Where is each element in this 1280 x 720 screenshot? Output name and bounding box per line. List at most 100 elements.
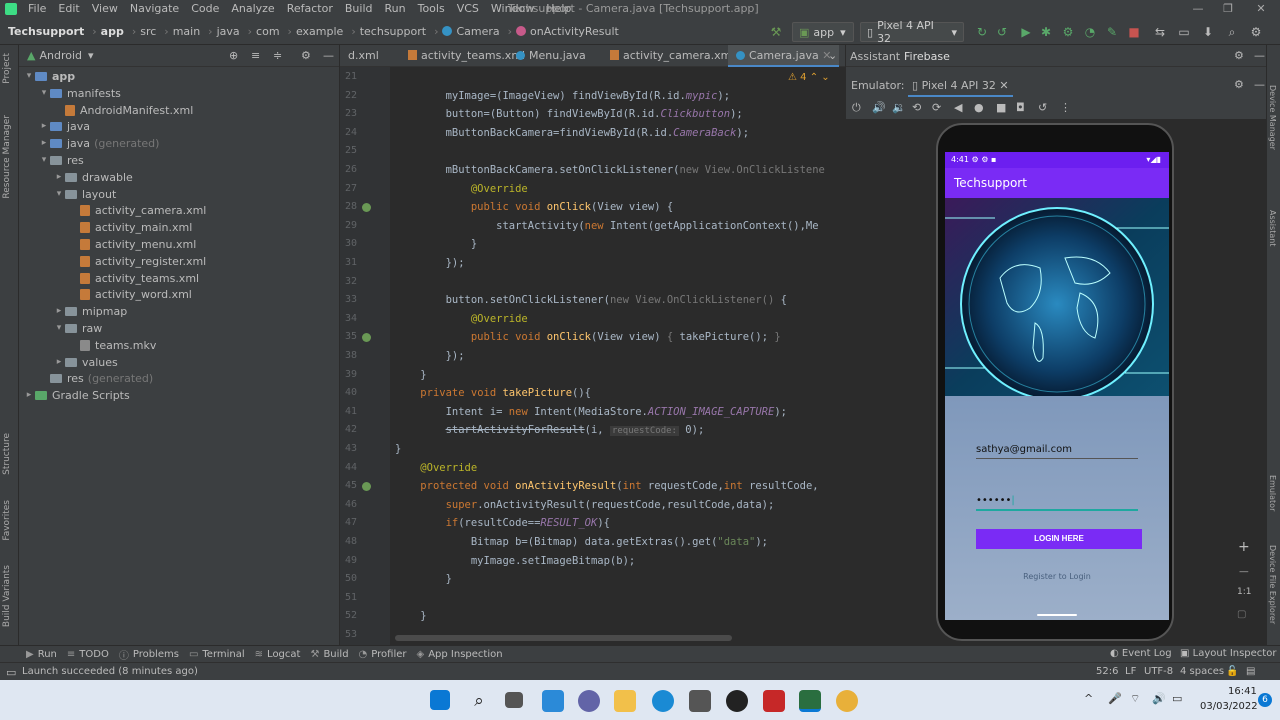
breadcrumb-java[interactable]: java [217, 25, 240, 38]
widgets-icon[interactable] [542, 690, 564, 712]
tool-problems[interactable]: ⓘ Problems [119, 647, 179, 662]
chevron-right-icon[interactable]: ▸ [38, 118, 50, 135]
rotate-right-icon[interactable]: ⟳ [932, 101, 941, 114]
code-line[interactable]: @Override [395, 313, 528, 325]
horizontal-scrollbar[interactable] [395, 635, 732, 641]
override-marker-icon[interactable] [362, 203, 371, 213]
panel-settings-icon[interactable]: ⚙ [301, 49, 311, 62]
tree-item[interactable]: ▸ drawable [53, 169, 133, 186]
override-marker-icon[interactable] [362, 333, 371, 343]
tree-item[interactable]: teams.mkv [68, 337, 156, 354]
code-editor[interactable]: d.xml activity_teams.xml Menu.java activity… [340, 45, 845, 645]
breadcrumb-onactivityresult[interactable]: onActivityResult [530, 25, 619, 38]
tree-item[interactable]: AndroidManifest.xml [53, 102, 193, 119]
power-icon[interactable]: ⏻ [852, 101, 861, 115]
tool-profiler[interactable]: ◔ Profiler [359, 649, 407, 660]
editor-tab[interactable]: Camera.java ✕ [728, 45, 840, 67]
menu-analyze[interactable]: Analyze [225, 0, 280, 18]
menu-vcs[interactable]: VCS [451, 0, 485, 18]
store-icon[interactable] [689, 690, 711, 712]
phone-home-indicator[interactable] [1037, 614, 1077, 616]
tool-build[interactable]: ⚒ Build [310, 649, 348, 660]
attach-debugger-icon[interactable]: ✎ [1104, 24, 1120, 40]
code-line[interactable]: mButtonBackCamera.setOnClickListener(new… [395, 164, 825, 176]
code-line[interactable]: Intent i= new Intent(MediaStore.ACTION_I… [395, 406, 787, 418]
menu-refactor[interactable]: Refactor [281, 0, 339, 18]
edge-icon[interactable] [652, 690, 674, 712]
expand-all-icon[interactable]: ≡ [251, 49, 260, 62]
project-tool-tab[interactable]: Project [2, 53, 12, 84]
chevron-right-icon[interactable]: ▸ [53, 354, 65, 371]
device-select[interactable]: ▯ Pixel 4 API 32 ▾ [860, 19, 964, 45]
tree-item[interactable]: ▾ raw [53, 320, 103, 337]
line-separator[interactable]: LF [1125, 666, 1136, 677]
editor-tab[interactable]: d.xml [340, 45, 387, 67]
tree-item[interactable]: ▸ Gradle Scripts [23, 387, 130, 404]
panel-settings-icon[interactable]: ⚙ [1234, 49, 1244, 62]
back-icon[interactable]: ◀ [954, 101, 962, 114]
menu-code[interactable]: Code [185, 0, 225, 18]
warning-indicator[interactable]: ⚠ 4 ⌃ ⌄ [788, 72, 830, 83]
chevron-down-icon[interactable]: ▾ [53, 320, 65, 337]
tree-item[interactable]: ▸ java (generated) [38, 135, 160, 152]
menu-navigate[interactable]: Navigate [124, 0, 185, 18]
layout-inspector-button[interactable]: ▣ Layout Inspector [1180, 648, 1276, 659]
mic-icon[interactable]: 🎤 [1108, 692, 1122, 705]
clock-date[interactable]: 03/03/2022 [1200, 701, 1258, 712]
login-button[interactable]: LOGIN HERE [976, 529, 1142, 549]
maximize-icon[interactable]: ❐ [1213, 0, 1243, 18]
menu-file[interactable]: File [22, 0, 52, 18]
code-line[interactable]: }); [395, 257, 465, 269]
fit-screen-icon[interactable]: ▢ [1237, 609, 1246, 620]
code-line[interactable]: } [395, 573, 452, 585]
tree-item[interactable]: activity_teams.xml [68, 270, 199, 287]
stop-icon[interactable]: ■ [1126, 24, 1142, 40]
screenshot-icon[interactable]: ◘ [1016, 101, 1025, 114]
hide-panel-icon[interactable]: — [323, 49, 334, 62]
indent-setting[interactable]: 4 spaces [1180, 666, 1224, 677]
overview-icon[interactable]: ■ [996, 101, 1006, 114]
menu-view[interactable]: View [86, 0, 124, 18]
rerun-icon[interactable]: ↻ [974, 24, 990, 40]
chevron-down-icon[interactable]: ▾ [38, 85, 50, 102]
event-log-button[interactable]: ◐ Event Log [1110, 648, 1172, 659]
volume-up-icon[interactable]: 🔊 [872, 101, 886, 114]
tab-assistant[interactable]: Assistant [850, 50, 900, 63]
code-line[interactable]: if(resultCode==RESULT_OK){ [395, 517, 610, 529]
chevron-right-icon[interactable]: ▸ [53, 169, 65, 186]
clock-time[interactable]: 16:41 [1228, 686, 1257, 697]
code-line[interactable]: button.setOnClickListener(new View.OnCli… [395, 294, 787, 306]
code-line[interactable]: Bitmap b=(Bitmap) data.getExtras().get("… [395, 536, 768, 548]
code-line[interactable]: private void takePicture(){ [395, 387, 591, 399]
collapse-all-icon[interactable]: ≑ [273, 49, 282, 62]
wifi-icon[interactable]: ⌔ [1130, 692, 1140, 706]
tree-item[interactable]: ▾ manifests [38, 85, 121, 102]
breadcrumb-main[interactable]: main [173, 25, 200, 38]
tree-item[interactable]: ▸ java [38, 118, 90, 135]
password-field[interactable]: ••••••| [976, 495, 1138, 511]
code-line[interactable]: button=(Button) findViewById(R.id.Clickb… [395, 108, 743, 120]
breadcrumb-example[interactable]: example [296, 25, 343, 38]
emulator-settings-icon[interactable]: ⚙ [1234, 78, 1244, 91]
emulator-tab[interactable]: Emulator [1268, 475, 1277, 511]
code-line[interactable]: protected void onActivityResult(int requ… [395, 480, 818, 492]
tree-item[interactable]: ▾ app [23, 68, 75, 85]
task-view-icon[interactable] [505, 692, 523, 708]
sync-icon[interactable]: ⇆ [1152, 24, 1168, 40]
resource-manager-tab[interactable]: Resource Manager [2, 115, 12, 199]
menu-run[interactable]: Run [379, 0, 412, 18]
code-line[interactable]: } [395, 238, 477, 250]
sdk-manager-icon[interactable]: ⬇ [1200, 24, 1216, 40]
hammer-icon[interactable]: ⚒ [768, 24, 784, 40]
chevron-down-icon[interactable]: ▾ [38, 152, 50, 169]
volume-down-icon[interactable]: 🔉 [892, 101, 906, 114]
code-line[interactable]: }); [395, 350, 465, 362]
breadcrumb-techsupport[interactable]: techsupport [360, 25, 426, 38]
chevron-down-icon[interactable]: ▾ [53, 186, 65, 203]
tool-logcat[interactable]: ≋ Logcat [255, 649, 301, 660]
code-line[interactable]: } [395, 369, 426, 381]
tree-item[interactable]: ▾ layout [53, 186, 117, 203]
mcafee-icon[interactable] [763, 690, 785, 712]
tree-item[interactable]: activity_camera.xml [68, 202, 206, 219]
hide-icon[interactable]: — [1254, 49, 1265, 62]
